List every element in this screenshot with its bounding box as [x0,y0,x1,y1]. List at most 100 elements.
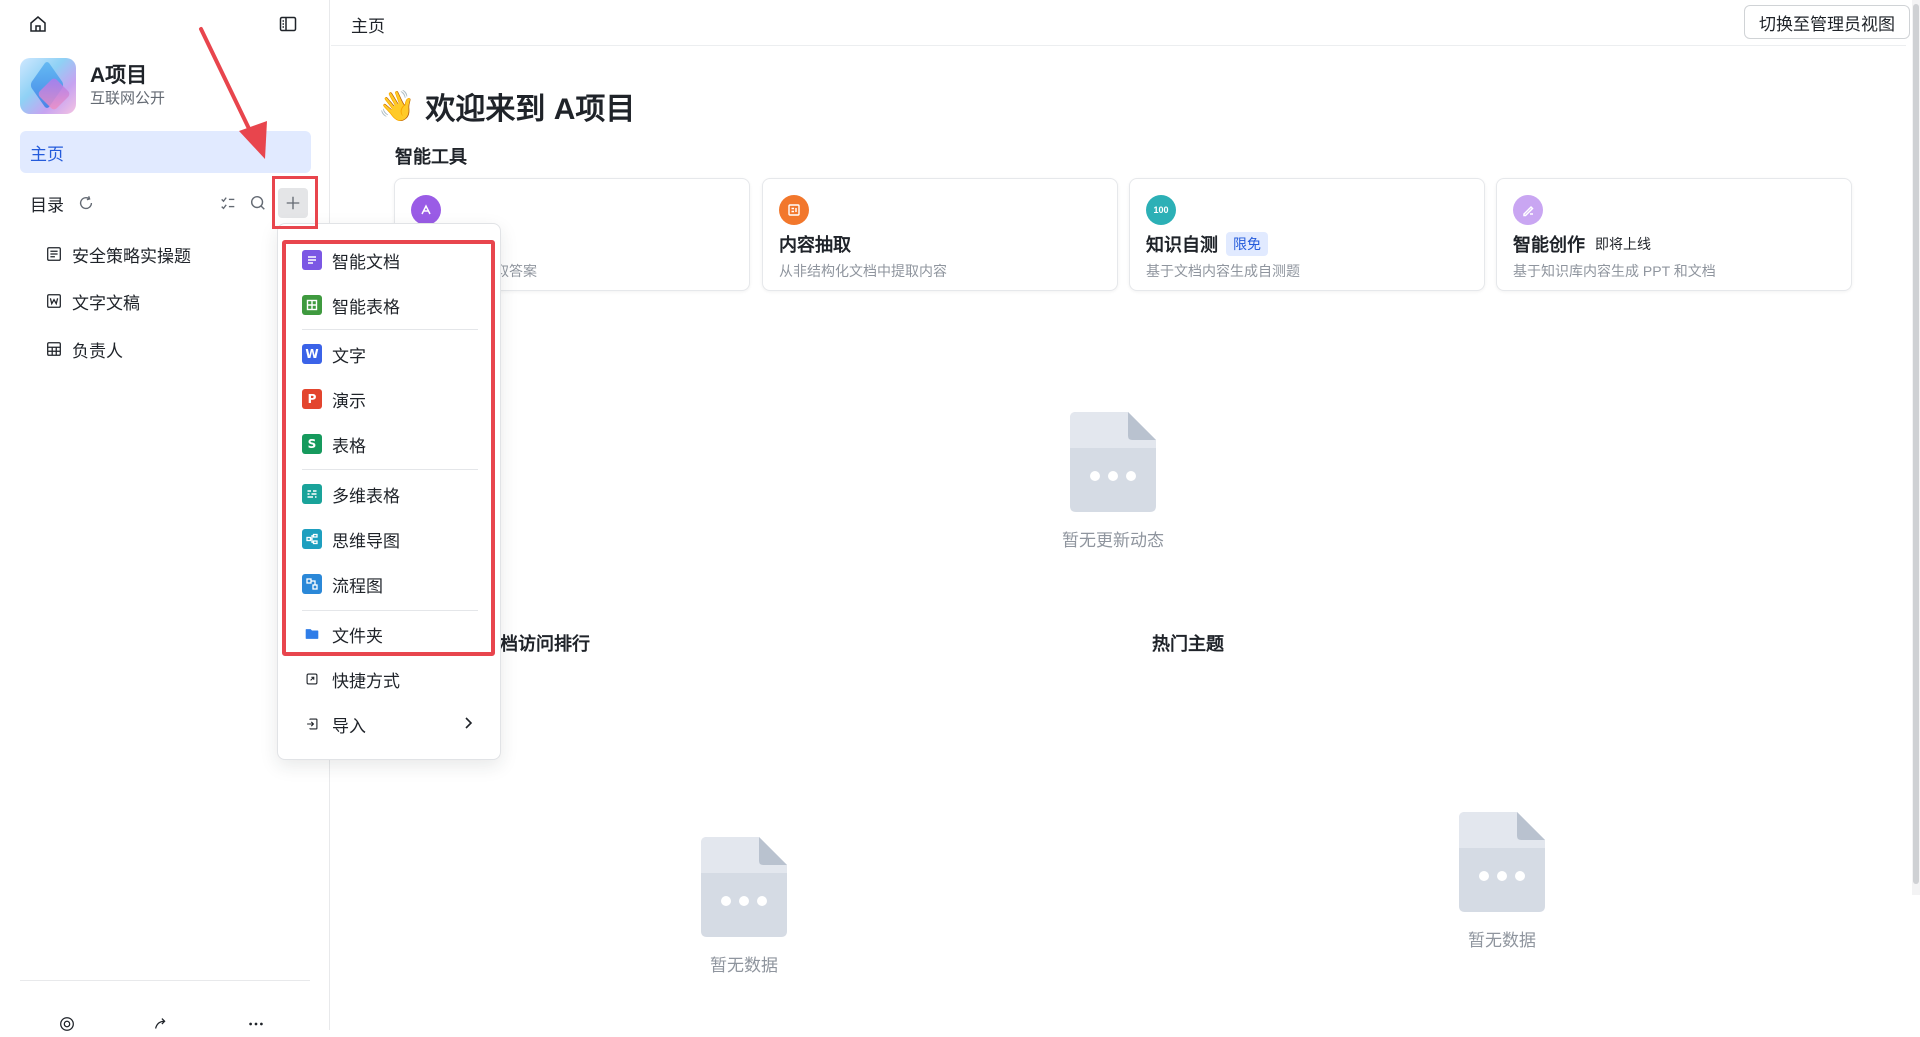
create-menu: 智能文档 智能表格 W 文字 P 演示 S 表格 多维表格 思维导图 流程图 文… [277,223,501,760]
menu-item-smart-doc[interactable]: 智能文档 [292,240,488,280]
menu-item-folder[interactable]: 文件夹 [292,614,488,654]
empty-text: 暂无数据 [1468,931,1536,950]
tree-item[interactable]: 安全策略实操题 [44,237,294,271]
menu-item-label: 演示 [332,391,366,411]
project-logo [20,58,76,114]
tool-name: 知识自测 限免 [1146,231,1268,257]
tool-card-self-test[interactable]: 100 知识自测 限免 基于文档内容生成自测题 [1129,178,1485,291]
tool-card-creation[interactable]: 智能创作 即将上线 基于知识库内容生成 PPT 和文档 [1496,178,1852,291]
ranking-section-title: 档访问排行 [500,634,590,654]
gear-icon [60,1017,74,1031]
menu-divider [302,329,478,330]
breadcrumb: 主页 [351,17,385,36]
page-title: 欢迎来到 A项目 [425,93,636,126]
menu-item-spreadsheet[interactable]: S 表格 [292,424,488,464]
import-icon [302,714,322,734]
menu-divider [302,469,478,470]
tool-name-text: 知识自测 [1146,235,1218,255]
pen-sparkle-icon [1513,195,1543,225]
empty-file-icon [1070,412,1156,512]
menu-item-shortcut[interactable]: 快捷方式 [292,659,488,699]
scrollbar[interactable] [1912,0,1920,895]
empty-file-icon [701,837,787,937]
more-icon [249,1022,263,1026]
tool-name-text: 智能创作 [1513,235,1585,255]
menu-item-import[interactable]: 导入 [292,704,488,744]
mindmap-icon [302,529,322,549]
catalog-header: 目录 [20,186,320,220]
tools-section-title: 智能工具 [395,147,467,167]
tree-item-label: 安全策略实操题 [72,246,191,266]
menu-item-label: 智能文档 [332,252,400,272]
switch-admin-view-button[interactable]: 切换至管理员视图 [1744,5,1910,39]
catalog-label: 目录 [30,195,64,215]
add-button[interactable] [278,188,308,218]
menu-item-label: 文件夹 [332,626,383,646]
home-button[interactable] [22,8,54,40]
checklist-icon [221,197,235,210]
menu-item-label: 文字 [332,346,366,366]
menu-item-smart-sheet[interactable]: 智能表格 [292,285,488,325]
menu-item-label: 思维导图 [332,531,400,551]
tool-description: 基于文档内容生成自测题 [1146,263,1300,279]
welcome-header: 👋 欢迎来到 A项目 [378,84,635,128]
tree-item-label: 负责人 [72,341,123,361]
multi-select-button[interactable] [214,189,242,217]
menu-divider [302,610,478,611]
empty-file-icon [1459,812,1545,912]
spreadsheet-icon: S [302,434,322,454]
smart-sheet-icon [302,295,322,315]
menu-item-word[interactable]: W 文字 [292,334,488,374]
table-icon [47,342,61,356]
tree-item[interactable]: 文字文稿 [44,284,294,318]
ai-qa-icon [411,195,441,225]
smart-doc-icon [302,250,322,270]
tree-item[interactable]: 负责人 [44,332,294,366]
coming-soon-badge: 即将上线 [1595,236,1651,252]
refresh-icon [79,196,93,210]
top-bar: 主页 切换至管理员视图 [331,0,1910,46]
share-icon [154,1018,166,1029]
menu-item-label: 表格 [332,436,366,456]
empty-ranking: 暂无数据 [701,837,787,976]
sidebar-panel-icon [279,16,297,32]
tool-card-extract[interactable]: 内容抽取 从非结构化文档中提取内容 [762,178,1118,291]
word-doc-icon [47,294,61,308]
empty-updates: 暂无更新动态 [1062,412,1164,551]
project-header[interactable]: A项目 互联网公开 [20,58,310,114]
menu-item-label: 导入 [332,716,366,736]
free-badge: 限免 [1226,232,1268,256]
hot-topics-title: 热门主题 [1152,634,1224,654]
tool-description: 基于知识库内容生成 PPT 和文档 [1513,263,1716,279]
share-button[interactable] [150,1015,172,1037]
empty-text: 暂无更新动态 [1062,531,1164,550]
menu-item-label: 多维表格 [332,486,400,506]
project-name: A项目 [90,64,148,87]
menu-item-flowchart[interactable]: 流程图 [292,564,488,604]
more-button[interactable] [245,1015,267,1037]
empty-hot-topics: 暂无数据 [1459,812,1545,951]
score-100-icon: 100 [1146,195,1176,225]
menu-item-label: 快捷方式 [332,671,400,691]
word-icon: W [302,344,322,364]
tool-description: 从非结构化文档中提取内容 [779,263,947,279]
flowchart-icon [302,574,322,594]
settings-button[interactable] [56,1015,78,1037]
tree-item-label: 文字文稿 [72,293,140,313]
menu-item-multi-table[interactable]: 多维表格 [292,474,488,514]
tool-name: 智能创作 即将上线 [1513,231,1651,257]
doc-icon [47,247,61,261]
home-icon [30,16,46,32]
collapse-sidebar-button[interactable] [272,8,304,40]
chevron-right-icon [465,717,473,729]
project-visibility: 互联网公开 [90,90,166,107]
nav-item-home[interactable]: 主页 [20,131,311,173]
search-button[interactable] [244,189,272,217]
menu-item-mindmap[interactable]: 思维导图 [292,519,488,559]
refresh-button[interactable] [76,193,96,213]
menu-item-presentation[interactable]: P 演示 [292,379,488,419]
search-icon [250,195,265,210]
sidebar-footer [20,980,310,1031]
tool-name: 内容抽取 [779,235,851,255]
plus-icon [286,196,300,210]
